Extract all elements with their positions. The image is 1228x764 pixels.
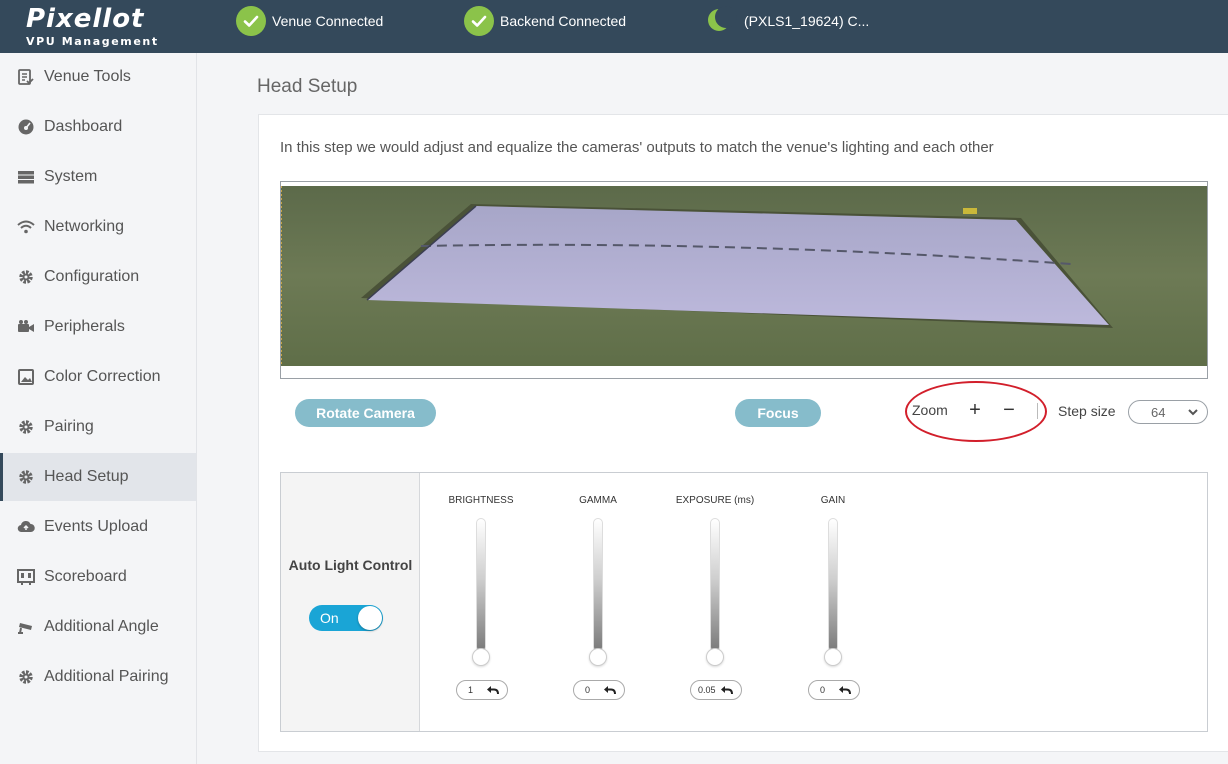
gear-icon xyxy=(16,467,36,487)
cloud-upload-icon xyxy=(16,517,36,537)
toggle-label: On xyxy=(320,610,339,626)
exposure-value: 0.05 xyxy=(698,685,716,695)
logo-subtitle: VPU Management xyxy=(26,35,159,48)
camera-preview-image xyxy=(281,186,1207,366)
brightness-control: BRIGHTNESS 1 xyxy=(421,473,541,731)
wifi-icon xyxy=(16,217,36,237)
gain-slider-thumb[interactable] xyxy=(824,648,842,666)
exposure-label: EXPOSURE (ms) xyxy=(675,495,755,506)
step-size-value: 64 xyxy=(1151,404,1166,420)
gear-icon xyxy=(16,667,36,687)
gain-control: GAIN 0 xyxy=(773,473,893,731)
gain-slider-track[interactable] xyxy=(828,518,838,652)
step-size-select[interactable]: 64 xyxy=(1128,400,1208,424)
sidebar-item-label: Configuration xyxy=(44,268,140,285)
sidebar-item-dashboard[interactable]: Dashboard xyxy=(0,103,196,151)
top-bar: Pixellot VPU Management Venue Connected … xyxy=(0,0,1228,53)
rotate-camera-button[interactable]: Rotate Camera xyxy=(295,399,436,427)
sidebar: Venue Tools Dashboard System Networking … xyxy=(0,53,197,764)
focus-button[interactable]: Focus xyxy=(735,399,821,427)
logo-wordmark: Pixellot xyxy=(26,4,145,34)
page-title: Head Setup xyxy=(257,76,358,97)
backend-status: Backend Connected xyxy=(464,6,626,36)
security-camera-icon xyxy=(16,617,36,637)
gear-icon xyxy=(16,417,36,437)
exposure-value-field[interactable]: 0.05 xyxy=(690,680,742,700)
undo-icon[interactable] xyxy=(720,683,734,697)
gamma-value: 0 xyxy=(585,685,591,695)
gamma-value-field[interactable]: 0 xyxy=(573,680,625,700)
sidebar-item-peripherals[interactable]: Peripherals xyxy=(0,303,196,351)
sidebar-item-scoreboard[interactable]: Scoreboard xyxy=(0,553,196,601)
sidebar-item-venue-tools[interactable]: Venue Tools xyxy=(0,53,196,101)
gamma-control: GAMMA 0 xyxy=(538,473,658,731)
device-status[interactable]: (PXLS1_19624) C... xyxy=(706,6,869,36)
camera-preview[interactable] xyxy=(280,181,1208,379)
brightness-slider-thumb[interactable] xyxy=(472,648,490,666)
exposure-slider-track[interactable] xyxy=(710,518,720,652)
auto-light-label: Auto Light Control xyxy=(288,557,413,573)
brightness-label: BRIGHTNESS xyxy=(448,495,514,506)
sidebar-item-label: Venue Tools xyxy=(44,68,131,85)
step-size-label: Step size xyxy=(1058,403,1116,419)
sidebar-item-label: Events Upload xyxy=(44,518,149,535)
check-icon xyxy=(236,6,266,36)
sidebar-item-label: System xyxy=(44,168,98,185)
sidebar-item-head-setup[interactable]: Head Setup xyxy=(0,453,196,501)
sidebar-item-label: Additional Angle xyxy=(44,618,159,635)
checklist-icon xyxy=(16,67,36,87)
gain-label: GAIN xyxy=(820,495,846,506)
brightness-value-field[interactable]: 1 xyxy=(456,680,508,700)
pixellot-logo[interactable]: Pixellot VPU Management xyxy=(22,4,172,50)
sidebar-item-color-correction[interactable]: Color Correction xyxy=(0,353,196,401)
sidebar-item-label: Color Correction xyxy=(44,368,161,385)
sidebar-item-networking[interactable]: Networking xyxy=(0,203,196,251)
sidebar-item-configuration[interactable]: Configuration xyxy=(0,253,196,301)
venue-status: Venue Connected xyxy=(236,6,383,36)
sidebar-item-label: Dashboard xyxy=(44,118,123,135)
scoreboard-icon xyxy=(16,567,36,587)
sidebar-item-label: Peripherals xyxy=(44,318,125,335)
sidebar-item-label: Pairing xyxy=(44,418,94,435)
moon-icon xyxy=(706,6,737,36)
sidebar-item-pairing[interactable]: Pairing xyxy=(0,403,196,451)
check-icon xyxy=(464,6,494,36)
gear-icon xyxy=(16,267,36,287)
undo-icon[interactable] xyxy=(603,683,617,697)
gamma-slider-thumb[interactable] xyxy=(589,648,607,666)
server-icon xyxy=(16,167,36,187)
toggle-knob xyxy=(358,606,382,630)
gain-value-field[interactable]: 0 xyxy=(808,680,860,700)
auto-light-section: Auto Light Control On xyxy=(281,473,420,731)
image-icon xyxy=(16,367,36,387)
auto-light-toggle[interactable]: On xyxy=(309,605,383,631)
gamma-label: GAMMA xyxy=(579,495,617,506)
sidebar-item-label: Head Setup xyxy=(44,468,129,485)
sidebar-item-label: Scoreboard xyxy=(44,568,127,585)
annotation-circle xyxy=(905,381,1047,442)
backend-status-label: Backend Connected xyxy=(500,13,627,29)
brightness-slider-track[interactable] xyxy=(476,518,486,652)
video-camera-icon xyxy=(16,317,36,337)
gain-value: 0 xyxy=(820,685,826,695)
sidebar-item-label: Networking xyxy=(44,218,125,235)
undo-icon[interactable] xyxy=(838,683,852,697)
venue-status-label: Venue Connected xyxy=(272,13,384,29)
sidebar-item-additional-angle[interactable]: Additional Angle xyxy=(0,603,196,651)
intro-text: In this step we would adjust and equaliz… xyxy=(280,139,994,156)
light-control-panel: Auto Light Control On BRIGHTNESS 1 GAMMA… xyxy=(280,472,1208,732)
brightness-value: 1 xyxy=(468,685,474,695)
gamma-slider-track[interactable] xyxy=(593,518,603,652)
undo-icon[interactable] xyxy=(486,683,500,697)
device-status-label: (PXLS1_19624) C... xyxy=(744,13,870,29)
chevron-down-icon xyxy=(1187,404,1199,423)
sidebar-item-additional-pairing[interactable]: Additional Pairing xyxy=(0,653,196,701)
sidebar-item-system[interactable]: System xyxy=(0,153,196,201)
exposure-control: EXPOSURE (ms) 0.05 xyxy=(655,473,775,731)
gauge-icon xyxy=(16,117,36,137)
exposure-slider-thumb[interactable] xyxy=(706,648,724,666)
sidebar-item-events-upload[interactable]: Events Upload xyxy=(0,503,196,551)
sidebar-item-label: Additional Pairing xyxy=(44,668,169,685)
